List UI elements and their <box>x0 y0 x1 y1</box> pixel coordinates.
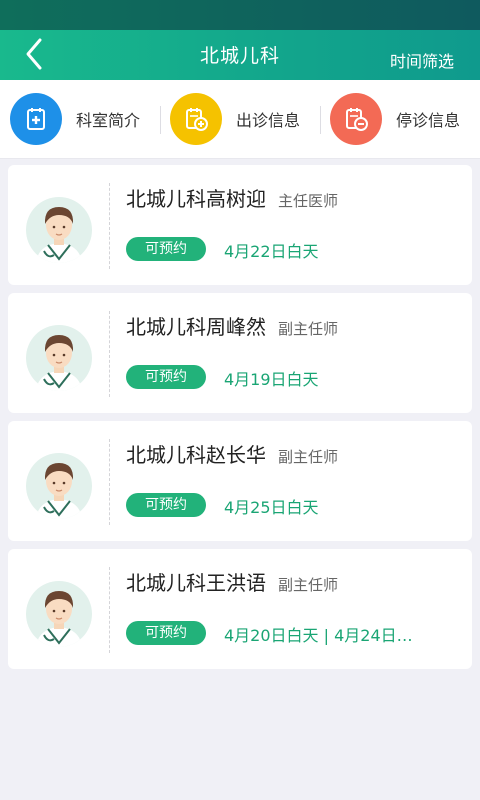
doctor-rank: 副主任师 <box>278 576 339 594</box>
department-intro-icon <box>10 93 62 145</box>
doctor-avatar <box>26 453 92 519</box>
doctor-name: 北城儿科王洪语 <box>126 571 266 595</box>
schedule-info-label: 出诊信息 <box>236 111 301 130</box>
doctor-card[interactable]: 北城儿科赵长华 副主任师 可预约 4月25日白天 <box>8 421 472 541</box>
card-divider <box>109 183 110 269</box>
header: 北城儿科 时间筛选 <box>0 30 480 80</box>
suspension-info-label: 停诊信息 <box>396 111 461 130</box>
doctor-avatar-icon <box>36 591 82 647</box>
available-dates: 4月20日白天 | 4月24日… <box>224 626 413 645</box>
available-dates: 4月25日白天 <box>224 498 319 517</box>
department-intro-button[interactable]: 科室简介 <box>0 80 160 158</box>
available-dates: 4月22日白天 <box>224 242 319 261</box>
doctor-name-row: 北城儿科赵长华 副主任师 <box>126 439 338 468</box>
status-bar <box>0 0 480 30</box>
department-intro-label: 科室简介 <box>76 111 141 130</box>
doctor-name: 北城儿科周峰然 <box>126 315 266 339</box>
status-badge: 可预约 <box>126 493 206 517</box>
doctor-avatar <box>26 581 92 647</box>
doctor-list: 北城儿科高树迎 主任医师 可预约 4月22日白天 北城儿科周峰然 副主任师 可预约 … <box>0 159 480 669</box>
doctor-name: 北城儿科高树迎 <box>126 187 266 211</box>
schedule-stop-icon <box>330 93 382 145</box>
doctor-name-row: 北城儿科王洪语 副主任师 <box>126 567 338 596</box>
doctor-name-row: 北城儿科高树迎 主任医师 <box>126 183 338 212</box>
doctor-avatar <box>26 197 92 263</box>
doctor-name-row: 北城儿科周峰然 副主任师 <box>126 311 338 340</box>
suspension-info-button[interactable]: 停诊信息 <box>320 80 480 158</box>
doctor-rank: 副主任师 <box>278 448 339 466</box>
available-dates: 4月19日白天 <box>224 370 319 389</box>
doctor-rank: 主任医师 <box>278 192 339 210</box>
status-badge: 可预约 <box>126 621 206 645</box>
schedule-add-icon <box>170 93 222 145</box>
doctor-rank: 副主任师 <box>278 320 339 338</box>
doctor-card[interactable]: 北城儿科王洪语 副主任师 可预约 4月20日白天 | 4月24日… <box>8 549 472 669</box>
doctor-avatar-icon <box>36 335 82 391</box>
schedule-info-button[interactable]: 出诊信息 <box>160 80 320 158</box>
doctor-card[interactable]: 北城儿科周峰然 副主任师 可预约 4月19日白天 <box>8 293 472 413</box>
doctor-name: 北城儿科赵长华 <box>126 443 266 467</box>
quick-action-bar: 科室简介 出诊信息 停诊信息 <box>0 80 480 159</box>
doctor-avatar-icon <box>36 207 82 263</box>
doctor-card[interactable]: 北城儿科高树迎 主任医师 可预约 4月22日白天 <box>8 165 472 285</box>
card-divider <box>109 311 110 397</box>
card-divider <box>109 567 110 653</box>
doctor-avatar-icon <box>36 463 82 519</box>
card-divider <box>109 439 110 525</box>
status-badge: 可预约 <box>126 365 206 389</box>
doctor-avatar <box>26 325 92 391</box>
status-badge: 可预约 <box>126 237 206 261</box>
time-filter-button[interactable]: 时间筛选 <box>390 48 454 72</box>
